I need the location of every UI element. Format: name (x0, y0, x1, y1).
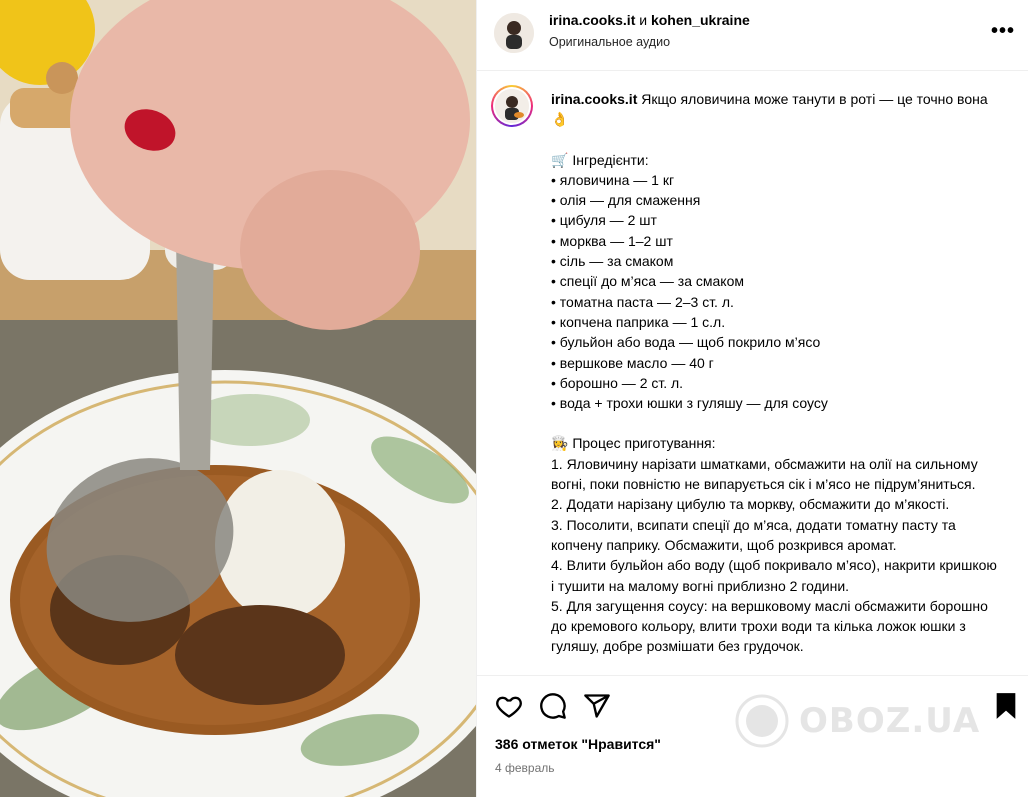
post-authors: irina.cooks.it и kohen_ukraine (549, 12, 750, 28)
food-photo (0, 0, 476, 797)
process-title: 👩‍🍳 Процес приготування: (551, 435, 716, 452)
post-actions: OBOZ.UA 386 отметок "Нравится" 4 февраль (477, 675, 1028, 797)
ingredient-item: • томатна паста — 2–3 ст. л. (551, 293, 734, 310)
authors-joiner: и (639, 12, 648, 28)
ingredient-item: • бульйон або вода — щоб покрило м’ясо (551, 334, 821, 351)
ingredient-item: • копчена паприка — 1 с.л. (551, 313, 726, 330)
caption-avatar[interactable] (491, 85, 533, 127)
watermark-text: OBOZ.UA (799, 701, 981, 741)
bookmark-icon[interactable] (994, 692, 1018, 725)
caption-username[interactable]: irina.cooks.it (551, 91, 637, 107)
ingredient-item: • вода + трохи юшки з гуляшу — для соусу (551, 395, 828, 412)
ingredient-item: • цибуля — 2 шт (551, 212, 657, 229)
post-details-panel: irina.cooks.it и kohen_ukraine Оригиналь… (476, 0, 1028, 797)
ingredient-item: • яловичина — 1 кг (551, 171, 675, 188)
post-header: irina.cooks.it и kohen_ukraine Оригиналь… (477, 0, 1028, 71)
author-2-link[interactable]: kohen_ukraine (651, 12, 750, 28)
avatar-image (495, 89, 529, 123)
process-step: 2. Додати нарізану цибулю та моркву, обс… (551, 496, 950, 513)
process-step: 1. Яловичину нарізати шматками, обсмажит… (551, 455, 978, 493)
ingredient-item: • олія — для смаження (551, 192, 701, 209)
comment-icon[interactable] (539, 692, 567, 725)
watermark: OBOZ.UA (735, 694, 980, 748)
likes-count[interactable]: 386 отметок "Нравится" (495, 736, 661, 752)
post-media[interactable] (0, 0, 476, 797)
ingredient-item: • морква — 1–2 шт (551, 232, 673, 249)
caption-area: irina.cooks.it Якщо яловичина може танут… (477, 72, 1028, 675)
globe-icon (735, 694, 789, 748)
author-1-link[interactable]: irina.cooks.it (549, 12, 635, 28)
ingredients-title: 🛒 Інгредієнти: (551, 151, 649, 168)
ingredient-item: • спеції до м’яса — за смаком (551, 273, 744, 290)
process-step: 4. Влити бульйон або воду (щоб покривало… (551, 557, 997, 594)
post-date[interactable]: 4 февраль (495, 761, 555, 775)
avatar-image (494, 13, 534, 53)
ingredient-item: • вершкове масло — 40 г (551, 354, 714, 371)
ingredient-item: • сіль — за смаком (551, 253, 674, 270)
more-horizontal-icon[interactable]: ••• (991, 20, 1015, 43)
author-avatar[interactable] (494, 13, 534, 53)
ingredient-item: • борошно — 2 ст. л. (551, 374, 684, 391)
process-step: 3. Посолити, всипати спеції до м’яса, до… (551, 516, 956, 553)
caption-text: irina.cooks.it Якщо яловичина може танут… (551, 89, 1001, 657)
share-icon[interactable] (583, 692, 611, 725)
heart-icon[interactable] (495, 692, 523, 725)
audio-link[interactable]: Оригинальное аудио (549, 35, 670, 49)
process-step: 5. Для загущення соусу: на вершковому ма… (551, 597, 988, 655)
post-viewer: irina.cooks.it и kohen_ukraine Оригиналь… (0, 0, 1028, 797)
